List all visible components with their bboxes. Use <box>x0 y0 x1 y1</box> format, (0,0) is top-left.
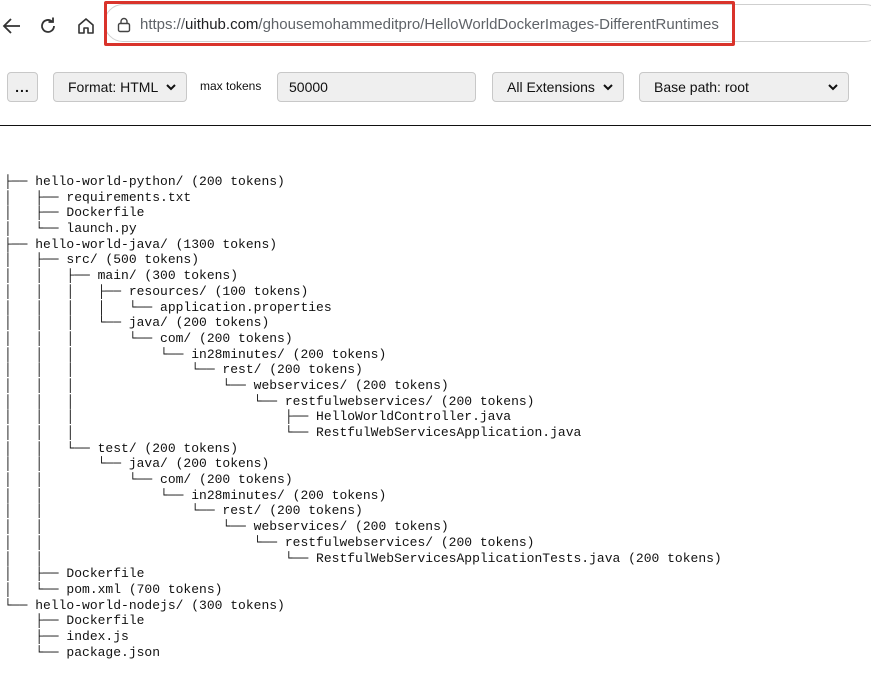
tree-line: │ └── launch.py <box>4 221 137 237</box>
tree-line: │ │ │ └── com/ (200 tokens) <box>4 330 293 346</box>
base-path-select-label: Base path: root <box>654 79 749 95</box>
url-host: uithub.com <box>185 16 259 33</box>
tree-line: │ │ └── restfulwebservices/ (200 tokens) <box>4 534 535 550</box>
format-select-label: Format: HTML <box>68 79 159 95</box>
tree-line: │ │ └── webservices/ (200 tokens) <box>4 519 449 535</box>
chevron-down-icon <box>166 84 176 91</box>
tree-line: │ │ │ └── rest/ (200 tokens) <box>4 362 363 378</box>
tree-line: ├── hello-world-python/ (200 tokens) <box>4 174 285 189</box>
tree-line: │ │ │ └── java/ (200 tokens) <box>4 315 270 331</box>
extensions-select[interactable]: All Extensions <box>492 72 624 102</box>
reload-icon[interactable] <box>36 14 60 38</box>
tree-line: └── hello-world-nodejs/ (300 tokens) <box>4 597 285 613</box>
tree-line: ├── index.js <box>4 628 129 644</box>
tree-line: │ ├── Dockerfile <box>4 566 145 582</box>
tree-line: │ │ └── rest/ (200 tokens) <box>4 503 363 519</box>
tree-line: │ │ │ └── in28minutes/ (200 tokens) <box>4 346 387 362</box>
tree-line: │ │ │ └── restfulwebservices/ (200 token… <box>4 393 535 409</box>
back-arrow-icon[interactable] <box>0 14 24 38</box>
tree-line: ├── Dockerfile <box>4 613 145 629</box>
max-tokens-label: max tokens <box>200 79 262 93</box>
file-tree: ├── hello-world-python/ (200 tokens) │ ├─… <box>4 174 722 660</box>
tree-line: │ │ │ ├── HelloWorldController.java <box>4 409 512 425</box>
tree-line: │ │ │ ├── resources/ (100 tokens) <box>4 283 309 299</box>
url-text[interactable]: https://uithub.com/ghousemohammeditpro/H… <box>140 16 719 33</box>
url-path: /ghousemohammeditpro/HelloWorldDockerIma… <box>258 16 719 33</box>
tree-line: │ │ └── in28minutes/ (200 tokens) <box>4 487 387 503</box>
extensions-select-label: All Extensions <box>507 79 595 95</box>
tree-line: │ ├── requirements.txt <box>4 189 192 205</box>
tree-line: │ │ ├── main/ (300 tokens) <box>4 268 239 284</box>
max-tokens-input[interactable]: 50000 <box>277 72 476 102</box>
lock-icon[interactable] <box>117 17 131 38</box>
more-options-button[interactable]: ... <box>7 72 38 102</box>
tree-line: │ │ │ │ └── application.properties <box>4 299 332 315</box>
chevron-down-icon <box>828 84 838 91</box>
divider <box>0 125 871 126</box>
home-icon[interactable] <box>74 14 98 38</box>
format-select[interactable]: Format: HTML <box>53 72 187 102</box>
tree-line: │ │ └── com/ (200 tokens) <box>4 472 293 488</box>
tree-line: │ ├── src/ (500 tokens) <box>4 252 200 268</box>
browser-toolbar: https://uithub.com/ghousemohammeditpro/H… <box>0 0 871 52</box>
tree-line: └── package.json <box>4 644 161 660</box>
tree-line: │ └── pom.xml (700 tokens) <box>4 581 223 597</box>
tree-line: │ │ │ └── RestfulWebServicesApplication.… <box>4 425 582 440</box>
base-path-select[interactable]: Base path: root <box>639 72 849 102</box>
tree-line: │ │ └── RestfulWebServicesApplicationTes… <box>4 550 722 566</box>
tree-line: │ │ └── java/ (200 tokens) <box>4 456 270 472</box>
tree-line: │ ├── Dockerfile <box>4 205 145 221</box>
url-prefix: https:// <box>140 16 186 33</box>
chevron-down-icon <box>603 84 613 91</box>
tree-line: │ │ └── test/ (200 tokens) <box>4 440 239 456</box>
tree-line: ├── hello-world-java/ (1300 tokens) <box>4 236 278 252</box>
tree-line: │ │ │ └── webservices/ (200 tokens) <box>4 377 449 393</box>
